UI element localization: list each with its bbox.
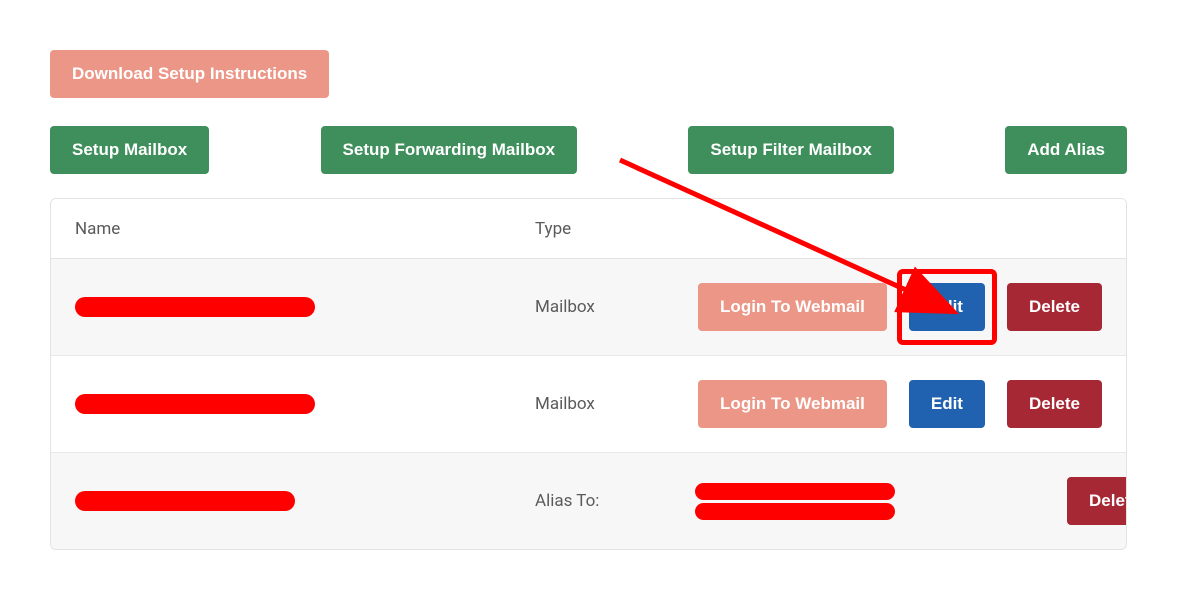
redacted-name [75,394,315,414]
edit-button[interactable]: Edit [909,283,985,331]
mailbox-name-cell [75,297,535,317]
mailbox-type-cell: Alias To: [535,491,695,511]
edit-button[interactable]: Edit [909,380,985,428]
edit-button-highlight-wrapper: Edit [909,283,985,331]
mailbox-type-cell: Mailbox [535,297,695,317]
top-button-row: Download Setup Instructions [50,50,1127,98]
row-actions: Login To Webmail Edit Delete [695,283,1102,331]
table-header-row: Name Type [51,199,1126,259]
add-alias-button[interactable]: Add Alias [1005,126,1127,174]
setup-filter-mailbox-button[interactable]: Setup Filter Mailbox [688,126,894,174]
setup-actions-row: Setup Mailbox Setup Forwarding Mailbox S… [50,126,1127,174]
delete-button[interactable]: Delete [1067,477,1127,525]
redacted-name [75,297,315,317]
setup-forwarding-mailbox-button[interactable]: Setup Forwarding Mailbox [321,126,578,174]
mailbox-name-cell [75,394,535,414]
download-setup-instructions-button[interactable]: Download Setup Instructions [50,50,329,98]
delete-button[interactable]: Delete [1007,283,1102,331]
delete-button[interactable]: Delete [1007,380,1102,428]
table-row: Mailbox Login To Webmail Edit Delete [51,259,1126,356]
mailbox-name-cell [75,491,535,511]
redacted-name [75,491,295,511]
login-to-webmail-button[interactable]: Login To Webmail [698,380,887,428]
redacted-alias-target [695,483,895,520]
column-header-name: Name [75,219,535,239]
login-to-webmail-button[interactable]: Login To Webmail [698,283,887,331]
setup-mailbox-button[interactable]: Setup Mailbox [50,126,209,174]
mailbox-management-panel: Download Setup Instructions Setup Mailbo… [50,50,1127,550]
row-actions: Delete [695,477,1127,525]
row-actions: Login To Webmail Edit Delete [695,380,1102,428]
mailbox-type-cell: Mailbox [535,394,695,414]
column-header-type: Type [535,219,695,239]
table-row: Alias To: Delete [51,453,1126,549]
table-row: Mailbox Login To Webmail Edit Delete [51,356,1126,453]
mailbox-table: Name Type Mailbox Login To Webmail Edit … [50,198,1127,550]
